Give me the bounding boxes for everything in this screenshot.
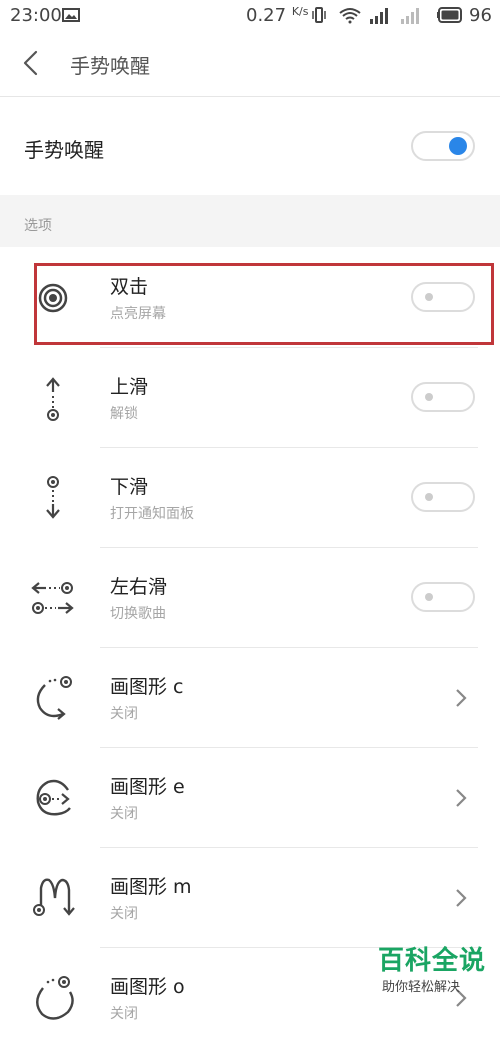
net-speed: 0.27 K/s [246,5,309,26]
chevron-right-icon[interactable] [452,686,470,710]
toggle-knob [425,493,433,501]
gesture-subtitle: 打开通知面板 [110,506,194,522]
signal-2-icon [401,8,419,24]
gesture-title: 画图形 m [110,876,192,898]
gesture-subtitle: 解锁 [110,406,138,422]
watermark-logo: 百科全说 助你轻松解决 [378,940,496,996]
draw-m-icon [33,878,75,916]
section-label: 选项 [24,218,52,234]
section-header: 选项 [0,195,500,247]
app-header: 手势唤醒 [0,32,500,97]
battery-icon [437,7,462,23]
swipe-left-right-icon [31,582,74,614]
draw-o-icon [36,976,74,1020]
swipe-up-toggle[interactable] [411,382,475,412]
gesture-title: 左右滑 [110,576,168,598]
status-time: 23:00 [10,5,62,26]
gesture-title: 画图形 e [110,776,185,798]
gesture-subtitle: 关闭 [110,706,138,722]
battery-level: 96 [469,5,492,26]
swipe-down-toggle[interactable] [411,482,475,512]
gesture-row-swipe-up[interactable]: 上滑 解锁 [0,348,500,448]
double-tap-toggle[interactable] [411,282,475,312]
page-title: 手势唤醒 [70,54,150,78]
chevron-right-icon[interactable] [452,886,470,910]
gesture-wake-toggle[interactable] [411,131,475,161]
gesture-subtitle: 关闭 [110,1006,138,1022]
gesture-subtitle: 点亮屏幕 [110,306,166,322]
toggle-knob [425,593,433,601]
gesture-title: 画图形 o [110,976,185,998]
gesture-row-swipe-down[interactable]: 下滑 打开通知面板 [0,448,500,548]
gesture-title: 上滑 [110,376,149,398]
gesture-subtitle: 关闭 [110,906,138,922]
swipe-down-icon [46,476,60,519]
image-notification-icon [62,8,80,22]
watermark-subtitle: 助你轻松解决 [382,980,461,995]
back-icon[interactable] [16,46,50,80]
toggle-knob [425,293,433,301]
swipe-left-right-toggle[interactable] [411,582,475,612]
watermark-title: 百科全说 [378,946,487,976]
toggle-knob [425,393,433,401]
gesture-row-double-tap[interactable]: 双击 点亮屏幕 [0,248,500,348]
signal-icon [370,8,388,24]
status-bar: 23:00 0.27 K/s 96 [0,0,500,32]
swipe-up-icon [46,377,60,421]
master-label: 手势唤醒 [24,138,104,162]
gesture-subtitle: 关闭 [110,806,138,822]
draw-e-icon [36,779,71,816]
status-icons [312,7,419,24]
gesture-title: 双击 [110,276,149,298]
gesture-row-draw-e[interactable]: 画图形 e 关闭 [0,748,500,848]
gesture-subtitle: 切换歌曲 [110,606,166,622]
toggle-knob [449,137,467,155]
wifi-icon [339,8,361,24]
gesture-row-draw-m[interactable]: 画图形 m 关闭 [0,848,500,948]
double-tap-icon [38,283,68,313]
gesture-wake-master-row[interactable]: 手势唤醒 [0,97,500,195]
gesture-title: 画图形 c [110,676,184,698]
gesture-row-draw-c[interactable]: 画图形 c 关闭 [0,648,500,748]
gesture-title: 下滑 [110,476,149,498]
draw-c-icon [36,676,72,720]
gesture-row-swipe-left-right[interactable]: 左右滑 切换歌曲 [0,548,500,648]
vibrate-icon [312,7,326,23]
chevron-right-icon[interactable] [452,786,470,810]
